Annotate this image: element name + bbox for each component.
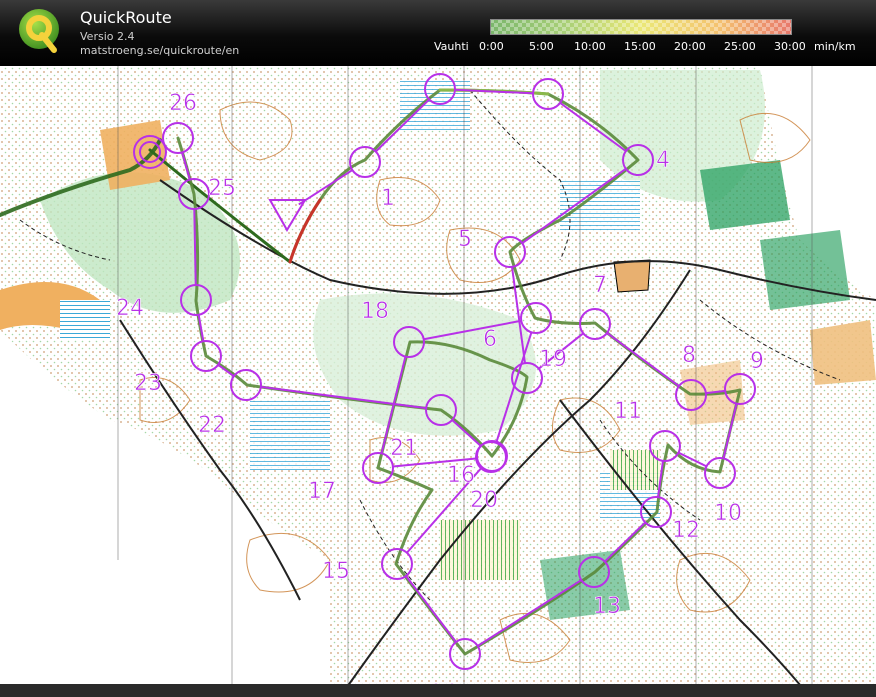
pace-tick: 20:00 [674,40,706,53]
pace-tick: 5:00 [529,40,554,53]
header-bar: QuickRoute Versio 2.4 matstroeng.se/quic… [0,0,876,66]
map-terrain [0,66,876,697]
control-number-label: 12 [672,518,700,543]
pace-tick: 0:00 [479,40,504,53]
app-version: Versio 2.4 [80,30,135,43]
control-number-label: 13 [593,594,621,619]
footer-bar [0,684,876,697]
control-number-label: 9 [750,349,764,374]
control-number-label: 15 [322,559,350,584]
app-url: matstroeng.se/quickroute/en [80,44,240,57]
control-number-label: 18 [361,299,389,324]
pace-tick: 10:00 [574,40,606,53]
pace-tick: 30:00 [774,40,806,53]
pace-unit: min/km [814,40,856,53]
quickroute-logo-icon [19,9,59,53]
pace-legend: Vauhti 0:00 5:00 10:00 15:00 20:00 25:00… [434,18,864,58]
control-number-label: 10 [714,501,742,526]
control-number-label: 24 [116,296,144,321]
control-number-label: 26 [169,91,197,116]
pace-tick: 15:00 [624,40,656,53]
control-number-label: 20 [470,488,498,513]
pace-tick: 25:00 [724,40,756,53]
control-number-label: 6 [483,327,497,352]
control-number-label: 7 [593,273,607,298]
app-title: QuickRoute [80,8,172,27]
pace-color-scale [490,19,792,35]
control-number-label: 21 [390,436,418,461]
control-number-label: 22 [198,413,226,438]
quickroute-window: { "app": { "title": "QuickRoute", "versi… [0,0,876,697]
control-number-label: 16 [447,463,475,488]
control-number-label: 19 [539,347,567,372]
control-number-label: 4 [656,148,670,173]
control-number-label: 17 [308,479,336,504]
control-number-label: 5 [458,227,472,252]
orienteering-map[interactable]: 1456789101112131415161718192021222324252… [0,66,876,697]
control-number-label: 11 [614,399,642,424]
control-number-label: 1 [381,186,395,211]
pace-label: Vauhti [434,40,469,53]
control-number-label: 23 [134,371,162,396]
control-number-label: 8 [682,343,696,368]
control-number-label: 25 [208,176,236,201]
